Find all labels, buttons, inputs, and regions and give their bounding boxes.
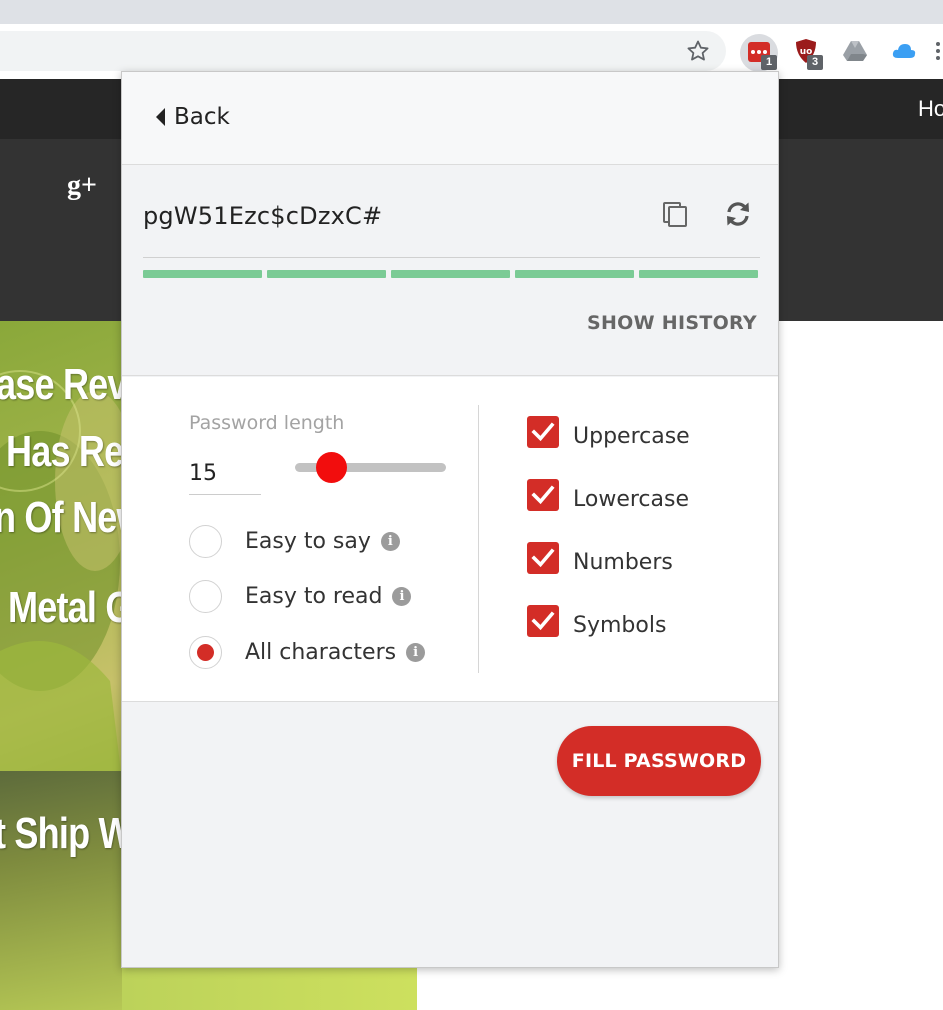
charset-label: Lowercase	[573, 486, 689, 512]
back-caret-icon	[156, 108, 165, 126]
icloud-extension-icon[interactable]	[891, 41, 917, 61]
info-icon[interactable]: i	[406, 643, 426, 662]
extension-badge: 1	[761, 55, 777, 70]
password-strength-meter	[143, 270, 758, 278]
lastpass-extension-icon[interactable]: 1	[740, 34, 778, 72]
charset-label: Numbers	[573, 549, 673, 575]
mode-option-easy-to-say[interactable]: Easy to say i	[189, 525, 400, 558]
hero-image-edge	[122, 965, 417, 1010]
mode-option-easy-to-read[interactable]: Easy to read i	[189, 580, 412, 613]
popup-header: Back	[122, 72, 778, 165]
strength-segment	[639, 270, 758, 278]
mode-label: Easy to say	[245, 529, 371, 554]
charset-option-numbers[interactable]: Numbers	[527, 542, 673, 575]
options-divider	[478, 405, 479, 673]
mode-option-all-characters[interactable]: All characters i	[189, 636, 426, 669]
article-headline[interactable]: Has Re	[6, 427, 124, 477]
checkbox-checked[interactable]	[527, 542, 559, 574]
checkbox-checked[interactable]	[527, 605, 559, 637]
strength-segment	[267, 270, 386, 278]
site-nav-link[interactable]: Ho	[918, 96, 943, 122]
charset-option-lowercase[interactable]: Lowercase	[527, 479, 689, 512]
refresh-icon[interactable]	[724, 200, 752, 228]
checkmark-icon	[531, 422, 555, 442]
strength-segment	[143, 270, 262, 278]
generated-password-section: pgW51Ezc$cDzxC# SHOW HISTORY	[122, 166, 778, 376]
info-icon[interactable]: i	[392, 587, 412, 606]
slider-thumb[interactable]	[316, 452, 348, 483]
checkmark-icon	[531, 485, 555, 505]
article-headline[interactable]: ase Rev	[0, 360, 127, 410]
hero-image-lower	[0, 771, 122, 1010]
show-history-button[interactable]: SHOW HISTORY	[587, 312, 757, 334]
back-label: Back	[174, 104, 230, 130]
generated-password[interactable]: pgW51Ezc$cDzxC#	[143, 202, 382, 230]
google-plus-icon[interactable]: g+	[67, 170, 97, 202]
checkmark-icon	[531, 548, 555, 568]
fill-password-button[interactable]: FILL PASSWORD	[557, 726, 761, 796]
article-headline[interactable]: t Ship W	[0, 809, 133, 859]
charset-option-uppercase[interactable]: Uppercase	[527, 416, 690, 449]
article-headline[interactable]: Metal G	[8, 583, 133, 633]
charset-option-symbols[interactable]: Symbols	[527, 605, 667, 638]
charset-label: Symbols	[573, 612, 667, 638]
checkbox-checked[interactable]	[527, 479, 559, 511]
password-length-input[interactable]	[189, 453, 261, 495]
extension-badge: 3	[807, 55, 823, 70]
copy-icon[interactable]	[663, 202, 689, 228]
strength-segment	[515, 270, 634, 278]
browser-tab-strip	[0, 0, 943, 24]
strength-segment	[391, 270, 510, 278]
password-length-slider[interactable]	[295, 452, 446, 483]
ublock-extension-icon[interactable]: uo 3	[794, 38, 823, 70]
checkbox-checked[interactable]	[527, 416, 559, 448]
charset-label: Uppercase	[573, 423, 690, 449]
google-drive-extension-icon[interactable]	[842, 40, 868, 62]
mode-label: All characters	[245, 640, 397, 665]
password-divider	[143, 257, 760, 258]
address-bar[interactable]	[0, 31, 726, 71]
radio-button[interactable]	[189, 580, 222, 613]
back-button[interactable]: Back	[156, 104, 230, 130]
password-options: Password length Easy to say i Easy to re…	[122, 377, 778, 702]
checkmark-icon	[531, 611, 555, 631]
bookmark-star-icon[interactable]	[686, 39, 710, 63]
info-icon[interactable]: i	[380, 532, 400, 551]
mode-label: Easy to read	[245, 584, 383, 609]
radio-button[interactable]	[189, 636, 222, 669]
radio-button[interactable]	[189, 525, 222, 558]
password-generator-popup: Back pgW51Ezc$cDzxC# SHOW HISTORY Passwo…	[121, 71, 779, 968]
browser-menu-icon[interactable]	[936, 42, 943, 60]
password-length-label: Password length	[189, 412, 345, 434]
